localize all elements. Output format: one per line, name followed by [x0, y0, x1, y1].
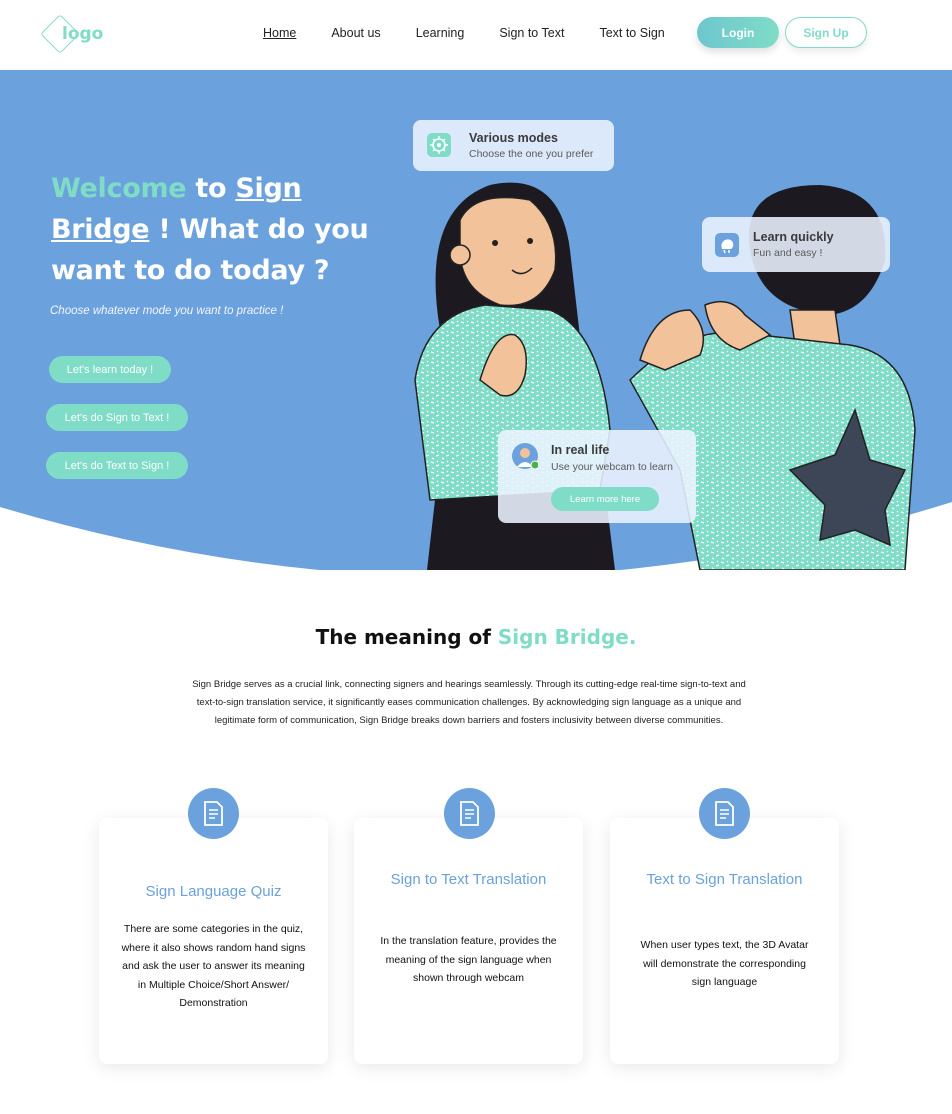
brain-icon [715, 233, 739, 257]
feature-title: Text to Sign Translation [646, 871, 803, 888]
feature-title: Sign to Text Translation [390, 871, 547, 888]
in-real-life-subtitle: Use your webcam to learn [551, 461, 673, 473]
feature-text: There are some categories in the quiz, w… [121, 923, 306, 1009]
feature-card-sign-to-text[interactable]: Sign to Text Translation In the translat… [354, 818, 583, 1064]
signup-button[interactable]: Sign Up [785, 17, 867, 48]
text-to-sign-button[interactable]: Let's do Text to Sign ! [46, 452, 188, 479]
document-icon [699, 788, 750, 839]
sign-to-text-button[interactable]: Let's do Sign to Text ! [46, 404, 188, 431]
learn-quickly-title: Learn quickly [753, 230, 834, 244]
hero-title-sign: Sign [235, 173, 302, 204]
logo[interactable]: logo [40, 14, 104, 58]
feature-text: In the translation feature, provides the… [380, 935, 557, 984]
various-modes-card: Various modes Choose the one you prefer [413, 120, 614, 171]
top-nav: logo Home About us Learning Sign to Text… [0, 0, 952, 70]
learn-quickly-subtitle: Fun and easy ! [753, 247, 823, 259]
document-icon [188, 788, 239, 839]
feature-text: When user types text, the 3D Avatar will… [640, 939, 809, 988]
hero-subtitle: Choose whatever mode you want to practic… [50, 305, 284, 317]
learn-today-button[interactable]: Let's learn today ! [49, 356, 171, 383]
nav-links: Home About us Learning Sign to Text Text… [263, 26, 700, 40]
logo-text: logo [62, 24, 104, 44]
meaning-title: The meaning of Sign Bridge. [0, 625, 952, 649]
nav-link-home[interactable]: Home [263, 26, 296, 40]
hero-title-welcome: Welcome [51, 173, 187, 204]
learn-quickly-card: Learn quickly Fun and easy ! [702, 217, 890, 272]
various-modes-title: Various modes [469, 131, 558, 145]
in-real-life-card: In real life Use your webcam to learn Le… [498, 430, 696, 523]
hero-section: Welcome to Sign Bridge ! What do you want… [0, 70, 952, 570]
meaning-description: Sign Bridge serves as a crucial link, co… [192, 679, 746, 726]
nav-link-sign-to-text[interactable]: Sign to Text [499, 26, 564, 40]
hero-title: Welcome to Sign Bridge ! What do you want… [51, 168, 371, 291]
in-real-life-title: In real life [551, 443, 610, 457]
login-button[interactable]: Login [697, 17, 779, 48]
document-icon [444, 788, 495, 839]
hero-title-bridge: Bridge [51, 214, 150, 245]
learn-more-button[interactable]: Learn more here [551, 487, 659, 511]
user-avatar-icon [512, 443, 540, 470]
various-modes-subtitle: Choose the one you prefer [469, 148, 594, 160]
meaning-title-prefix: The meaning of [315, 625, 498, 649]
nav-link-about[interactable]: About us [331, 26, 380, 40]
nav-link-learning[interactable]: Learning [416, 26, 465, 40]
feature-card-text-to-sign[interactable]: Text to Sign Translation When user types… [610, 818, 839, 1064]
feature-title: Sign Language Quiz [145, 883, 282, 900]
feature-card-quiz[interactable]: Sign Language Quiz There are some catego… [99, 818, 328, 1064]
hero-title-to: to [186, 173, 236, 204]
meaning-title-accent: Sign Bridge. [497, 625, 637, 649]
gear-icon [427, 133, 451, 157]
nav-link-text-to-sign[interactable]: Text to Sign [599, 26, 664, 40]
